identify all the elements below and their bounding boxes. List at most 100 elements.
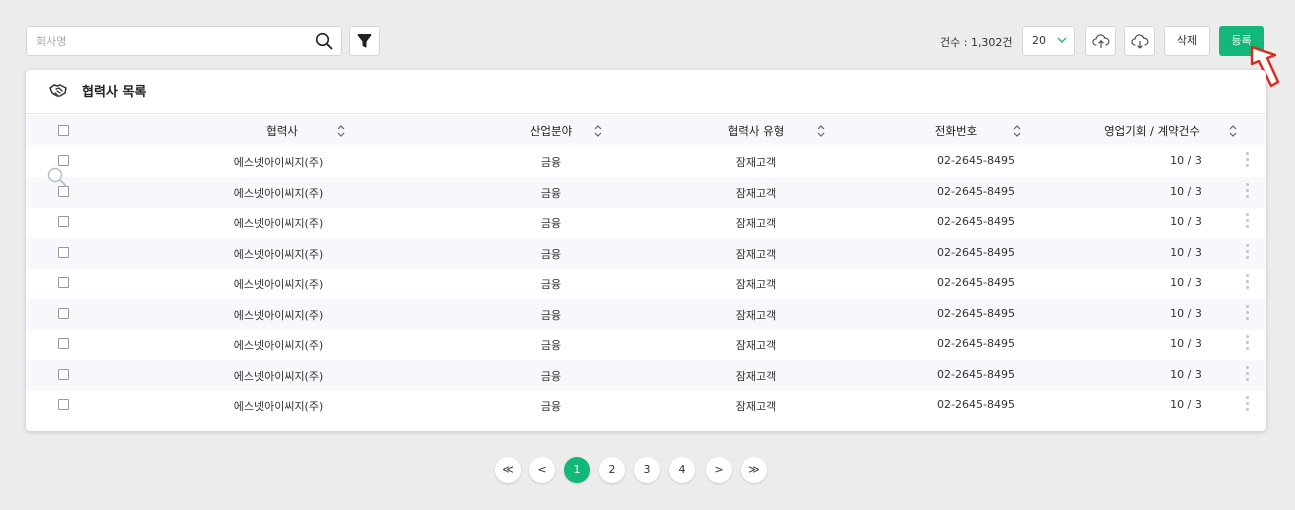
cell-opportunity-contract: 10 / 3 (1170, 215, 1202, 228)
table-row[interactable]: 에스넷아이씨지(주) 금융 잠재고객 02-2645-8495 10 / 3 (26, 359, 1266, 391)
sort-icon[interactable] (1228, 124, 1238, 138)
table-row[interactable]: 에스넷아이씨지(주) 금융 잠재고객 02-2645-8495 10 / 3 (26, 298, 1266, 330)
row-checkbox[interactable] (58, 216, 69, 227)
sort-icon[interactable] (336, 124, 346, 138)
cloud-upload-icon (1091, 33, 1109, 48)
more-options-icon[interactable] (1244, 243, 1250, 262)
cell-phone: 02-2645-8495 (937, 215, 1015, 228)
cell-opportunity-contract: 10 / 3 (1170, 306, 1202, 320)
more-options-icon[interactable] (1244, 274, 1250, 292)
next-page-button[interactable]: > (706, 457, 732, 483)
cell-company: 에스넷아이씨지(주) (233, 308, 324, 322)
cell-opportunity-contract: 10 / 3 (1170, 337, 1202, 350)
table-row[interactable]: 에스넷아이씨지(주) 금융 잠재고객 02-2645-8495 10 / 3 (26, 207, 1266, 238)
table-row[interactable]: 에스넷아이씨지(주) 금융 잠재고객 02-2645-8495 10 / 3 (26, 390, 1266, 421)
partner-list-panel: 협력사 목록 협력사 산업분야 협력사 유형 전화번호 영업기회 / 계약건수 … (26, 70, 1266, 431)
cell-phone: 02-2645-8495 (937, 398, 1015, 411)
sort-icon[interactable] (816, 124, 826, 138)
cell-partner-type: 잠재고객 (735, 186, 777, 200)
table-row[interactable]: 에스넷아이씨지(주) 금융 잠재고객 02-2645-8495 10 / 3 (26, 176, 1266, 208)
last-page-button[interactable]: ≫ (741, 457, 767, 483)
cell-partner-type: 잠재고객 (735, 369, 777, 383)
panel-title: 협력사 목록 (82, 85, 147, 100)
row-checkbox[interactable] (58, 368, 69, 380)
cell-partner-type: 잠재고객 (735, 278, 777, 291)
cell-industry: 금융 (540, 308, 562, 322)
company-search-input[interactable] (27, 27, 297, 55)
cell-company: 에스넷아이씨지(주) (233, 156, 324, 169)
cell-partner-type: 잠재고객 (735, 339, 777, 352)
cell-industry: 금융 (540, 247, 562, 261)
total-count: 건수 : 1,302건 (940, 36, 1013, 49)
page-button-2[interactable]: 2 (599, 457, 625, 483)
more-options-icon[interactable] (1244, 365, 1250, 384)
cell-phone: 02-2645-8495 (937, 306, 1015, 320)
table-row[interactable]: 에스넷아이씨지(주) 금융 잠재고객 02-2645-8495 10 / 3 (26, 237, 1266, 269)
more-options-icon[interactable] (1244, 213, 1250, 231)
cell-industry: 금융 (540, 156, 562, 169)
cell-company: 에스넷아이씨지(주) (233, 369, 324, 383)
column-header-industry: 산업분야 (529, 124, 573, 138)
cell-industry: 금융 (540, 339, 562, 352)
filter-button[interactable] (349, 26, 380, 56)
page-size-value: 20 (1032, 34, 1046, 47)
cell-phone: 02-2645-8495 (937, 184, 1015, 198)
cell-industry: 금융 (540, 217, 562, 230)
cell-opportunity-contract: 10 / 3 (1170, 245, 1202, 259)
table-row[interactable]: 에스넷아이씨지(주) 금융 잠재고객 02-2645-8495 10 / 3 (26, 146, 1266, 177)
pagination: ≪ < 1 2 3 4 > ≫ (0, 457, 1295, 483)
chevron-down-icon (1057, 37, 1067, 43)
row-checkbox[interactable] (58, 246, 69, 258)
row-checkbox[interactable] (58, 307, 69, 319)
cell-company: 에스넷아이씨지(주) (233, 278, 324, 291)
page-button-1[interactable]: 1 (564, 457, 590, 483)
prev-page-button[interactable]: < (529, 457, 555, 483)
row-checkbox[interactable] (58, 277, 69, 288)
row-checkbox[interactable] (58, 185, 69, 197)
cloud-download-icon (1130, 33, 1148, 49)
page-size-select[interactable]: 20 (1022, 26, 1075, 56)
search-icon[interactable] (315, 32, 333, 50)
filter-icon (357, 34, 372, 48)
cell-phone: 02-2645-8495 (937, 154, 1015, 167)
page-button-3[interactable]: 3 (634, 457, 660, 483)
more-options-icon[interactable] (1244, 335, 1250, 353)
delete-button[interactable]: 삭제 (1164, 26, 1210, 56)
table-header: 협력사 산업분야 협력사 유형 전화번호 영업기회 / 계약건수 (26, 115, 1266, 145)
sort-icon[interactable] (1012, 124, 1022, 138)
cell-partner-type: 잠재고객 (735, 156, 777, 169)
more-options-icon[interactable] (1244, 182, 1250, 201)
select-all-checkbox[interactable] (58, 125, 69, 136)
upload-button[interactable] (1085, 26, 1116, 56)
cell-opportunity-contract: 10 / 3 (1170, 276, 1202, 289)
cell-company: 에스넷아이씨지(주) (233, 400, 324, 413)
cell-company: 에스넷아이씨지(주) (233, 186, 324, 200)
more-options-icon[interactable] (1244, 396, 1250, 414)
cell-phone: 02-2645-8495 (937, 367, 1015, 381)
more-options-icon[interactable] (1244, 152, 1250, 170)
column-header-company: 협력사 (266, 124, 298, 138)
cell-opportunity-contract: 10 / 3 (1170, 367, 1202, 381)
more-options-icon[interactable] (1244, 304, 1250, 323)
column-header-opportunity-contract: 영업기회 / 계약건수 (1104, 124, 1200, 138)
cell-industry: 금융 (540, 400, 562, 413)
download-button[interactable] (1124, 26, 1155, 56)
row-checkbox[interactable] (58, 338, 69, 349)
cell-phone: 02-2645-8495 (937, 337, 1015, 350)
first-page-button[interactable]: ≪ (495, 457, 521, 483)
cell-phone: 02-2645-8495 (937, 245, 1015, 259)
cell-company: 에스넷아이씨지(주) (233, 217, 324, 230)
sort-icon[interactable] (593, 124, 603, 138)
column-header-phone: 전화번호 (934, 124, 978, 138)
cell-company: 에스넷아이씨지(주) (233, 247, 324, 261)
cell-partner-type: 잠재고객 (735, 247, 777, 261)
cell-partner-type: 잠재고객 (735, 308, 777, 322)
cell-industry: 금융 (540, 369, 562, 383)
table-row[interactable]: 에스넷아이씨지(주) 금융 잠재고객 02-2645-8495 10 / 3 (26, 268, 1266, 299)
row-checkbox[interactable] (58, 399, 69, 410)
cell-opportunity-contract: 10 / 3 (1170, 184, 1202, 198)
row-checkbox[interactable] (58, 155, 69, 166)
page-button-4[interactable]: 4 (669, 457, 695, 483)
table-row[interactable]: 에스넷아이씨지(주) 금융 잠재고객 02-2645-8495 10 / 3 (26, 329, 1266, 360)
cell-opportunity-contract: 10 / 3 (1170, 154, 1202, 167)
